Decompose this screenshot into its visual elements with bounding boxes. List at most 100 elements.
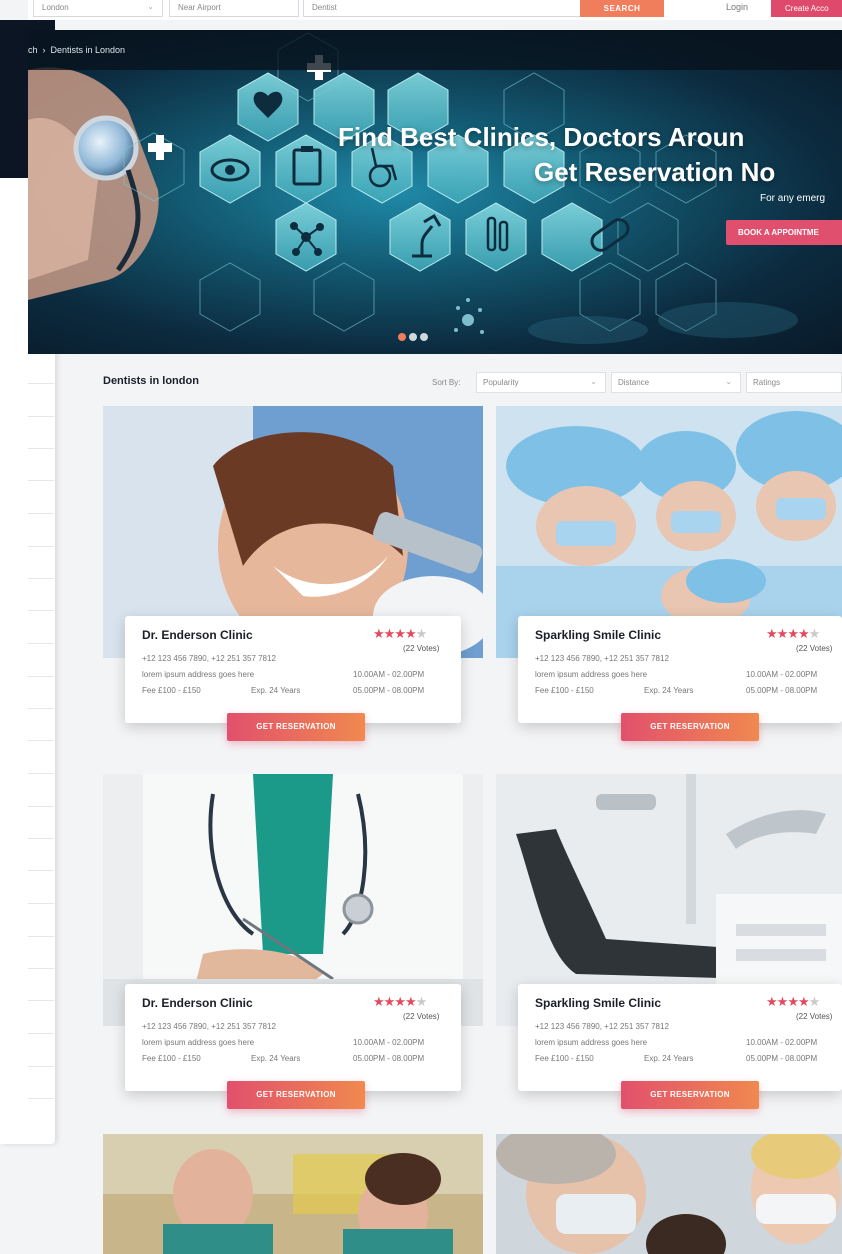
breadcrumb: ch › Dentists in London (28, 45, 125, 55)
clinic-hours-morning: 10.00AM - 02.00PM (746, 1038, 818, 1047)
chevron-down-icon: ⌄ (147, 2, 154, 11)
clinic-address: lorem ipsum address goes here (535, 670, 648, 679)
clinic-card[interactable]: Dr. Enderson Clinic ★★★★★ (22 Votes) +12 12… (125, 984, 461, 1091)
clinic-hours-evening: 05.00PM - 08.00PM (353, 686, 425, 695)
slider-dot[interactable] (398, 333, 406, 341)
sort-by-label: Sort By: (432, 378, 461, 387)
clinic-hours-morning: 10.00AM - 02.00PM (353, 670, 425, 679)
clinic-name[interactable]: Sparkling Smile Clinic (535, 996, 661, 1010)
star-icon: ★ (383, 994, 396, 1009)
clinic-name[interactable]: Dr. Enderson Clinic (142, 996, 253, 1010)
clinic-fee: Fee £100 - £150 (142, 686, 201, 695)
star-icon: ★ (766, 994, 778, 1009)
star-icon: ★ (787, 626, 799, 641)
clinic-phone: +12 123 456 7890, +12 251 357 7812 (535, 654, 669, 663)
chevron-down-icon: ⌄ (725, 377, 732, 386)
clinic-hours-evening: 05.00PM - 08.00PM (746, 686, 818, 695)
clinic-fee: Fee £100 - £150 (535, 1054, 594, 1063)
star-icon: ★ (383, 626, 396, 641)
clinic-name[interactable]: Dr. Enderson Clinic (142, 628, 253, 642)
specialty-search-input[interactable]: Dentist (303, 0, 603, 17)
top-search-bar: London ⌄ Near Airport Dentist SEARCH Log… (28, 0, 842, 20)
rating-stars: ★★★★★ (373, 994, 428, 1010)
clinic-experience: Exp. 24 Years (644, 1054, 694, 1063)
star-icon: ★ (787, 994, 799, 1009)
star-icon: ★ (404, 994, 417, 1009)
get-reservation-button[interactable]: GET RESERVATION (621, 1081, 759, 1109)
star-icon: ★ (766, 626, 778, 641)
votes-count: (22 Votes) (403, 1012, 440, 1021)
star-icon: ★ (776, 994, 789, 1009)
clinic-photo[interactable] (103, 1134, 483, 1254)
clinic-card[interactable]: Sparkling Smile Clinic ★★★★★ (22 Votes) +12… (518, 984, 842, 1091)
login-link[interactable]: Login (726, 2, 748, 12)
hero-title-line2: Get Reservation No (534, 157, 776, 187)
location-value: London (42, 3, 69, 12)
clinic-name[interactable]: Sparkling Smile Clinic (535, 628, 661, 642)
get-reservation-button[interactable]: GET RESERVATION (621, 713, 759, 741)
votes-count: (22 Votes) (796, 1012, 833, 1021)
clinic-phone: +12 123 456 7890, +12 251 357 7812 (142, 654, 276, 663)
breadcrumb-bar (28, 30, 842, 70)
sort-popularity-select[interactable]: Popularity ⌄ (476, 372, 606, 393)
medical-hexagon-illustration (28, 32, 798, 344)
clinic-card[interactable]: Dr. Enderson Clinic ★★★★★ (22 Votes) +12 12… (125, 616, 461, 723)
clinic-hours-morning: 10.00AM - 02.00PM (353, 1038, 425, 1047)
rating-stars: ★★★★★ (766, 626, 821, 642)
location-select[interactable]: London ⌄ (33, 0, 163, 17)
votes-count: (22 Votes) (796, 644, 833, 653)
slider-dot[interactable] (420, 333, 428, 341)
slider-dot[interactable] (409, 333, 417, 341)
clinic-phone: +12 123 456 7890, +12 251 357 7812 (142, 1022, 276, 1031)
star-icon: ★ (415, 994, 428, 1009)
star-icon: ★ (394, 994, 406, 1009)
slider-dots (398, 328, 431, 346)
breadcrumb-search-link[interactable]: ch (28, 45, 38, 55)
sort-popularity-value: Popularity (483, 378, 519, 387)
star-icon: ★ (415, 626, 428, 641)
star-icon: ★ (394, 626, 406, 641)
clinic-phone: +12 123 456 7890, +12 251 357 7812 (535, 1022, 669, 1031)
clinic-hours-evening: 05.00PM - 08.00PM (746, 1054, 818, 1063)
sort-distance-value: Distance (618, 378, 650, 387)
clinic-address: lorem ipsum address goes here (535, 1038, 648, 1047)
rating-stars: ★★★★★ (766, 994, 821, 1010)
chevron-down-icon: ⌄ (590, 377, 597, 386)
sort-distance-select[interactable]: Distance ⌄ (611, 372, 741, 393)
area-input[interactable]: Near Airport (169, 0, 299, 17)
breadcrumb-current: Dentists in London (50, 45, 126, 55)
sort-ratings-value: Ratings (753, 378, 781, 387)
rating-stars: ★★★★★ (373, 626, 428, 642)
clinic-address: lorem ipsum address goes here (142, 1038, 255, 1047)
create-account-button[interactable]: Create Acco (771, 0, 842, 17)
clinic-experience: Exp. 24 Years (644, 686, 694, 695)
breadcrumb-separator: › (42, 45, 46, 55)
clinic-card[interactable]: Sparkling Smile Clinic ★★★★★ (22 Votes) +12… (518, 616, 842, 723)
clinic-experience: Exp. 24 Years (251, 1054, 301, 1063)
clinic-fee: Fee £100 - £150 (142, 1054, 201, 1063)
get-reservation-button[interactable]: GET RESERVATION (227, 713, 365, 741)
clinic-photo[interactable] (496, 1134, 842, 1254)
star-icon: ★ (373, 626, 385, 641)
specialty-value: Dentist (312, 3, 337, 12)
sort-ratings-select[interactable]: Ratings (746, 372, 842, 393)
hero-banner: ch › Dentists in London Find Best Clinics,… (28, 30, 842, 354)
clinic-address: lorem ipsum address goes here (142, 670, 255, 679)
star-icon: ★ (404, 626, 417, 641)
get-reservation-button[interactable]: GET RESERVATION (227, 1081, 365, 1109)
star-icon: ★ (797, 626, 810, 641)
clinic-hours-evening: 05.00PM - 08.00PM (353, 1054, 425, 1063)
star-icon: ★ (808, 626, 821, 641)
area-value: Near Airport (178, 3, 221, 12)
search-button[interactable]: SEARCH (580, 0, 664, 17)
star-icon: ★ (808, 994, 821, 1009)
votes-count: (22 Votes) (403, 644, 440, 653)
hero-title-line1: Find Best Clinics, Doctors Aroun (338, 122, 745, 152)
book-appointment-button[interactable]: BOOK A APPOINTME (726, 220, 842, 245)
star-icon: ★ (797, 994, 810, 1009)
star-icon: ★ (373, 994, 385, 1009)
hero-subtitle: For any emerg (760, 193, 826, 204)
clinic-experience: Exp. 24 Years (251, 686, 301, 695)
clinic-fee: Fee £100 - £150 (535, 686, 594, 695)
clinic-hours-morning: 10.00AM - 02.00PM (746, 670, 818, 679)
